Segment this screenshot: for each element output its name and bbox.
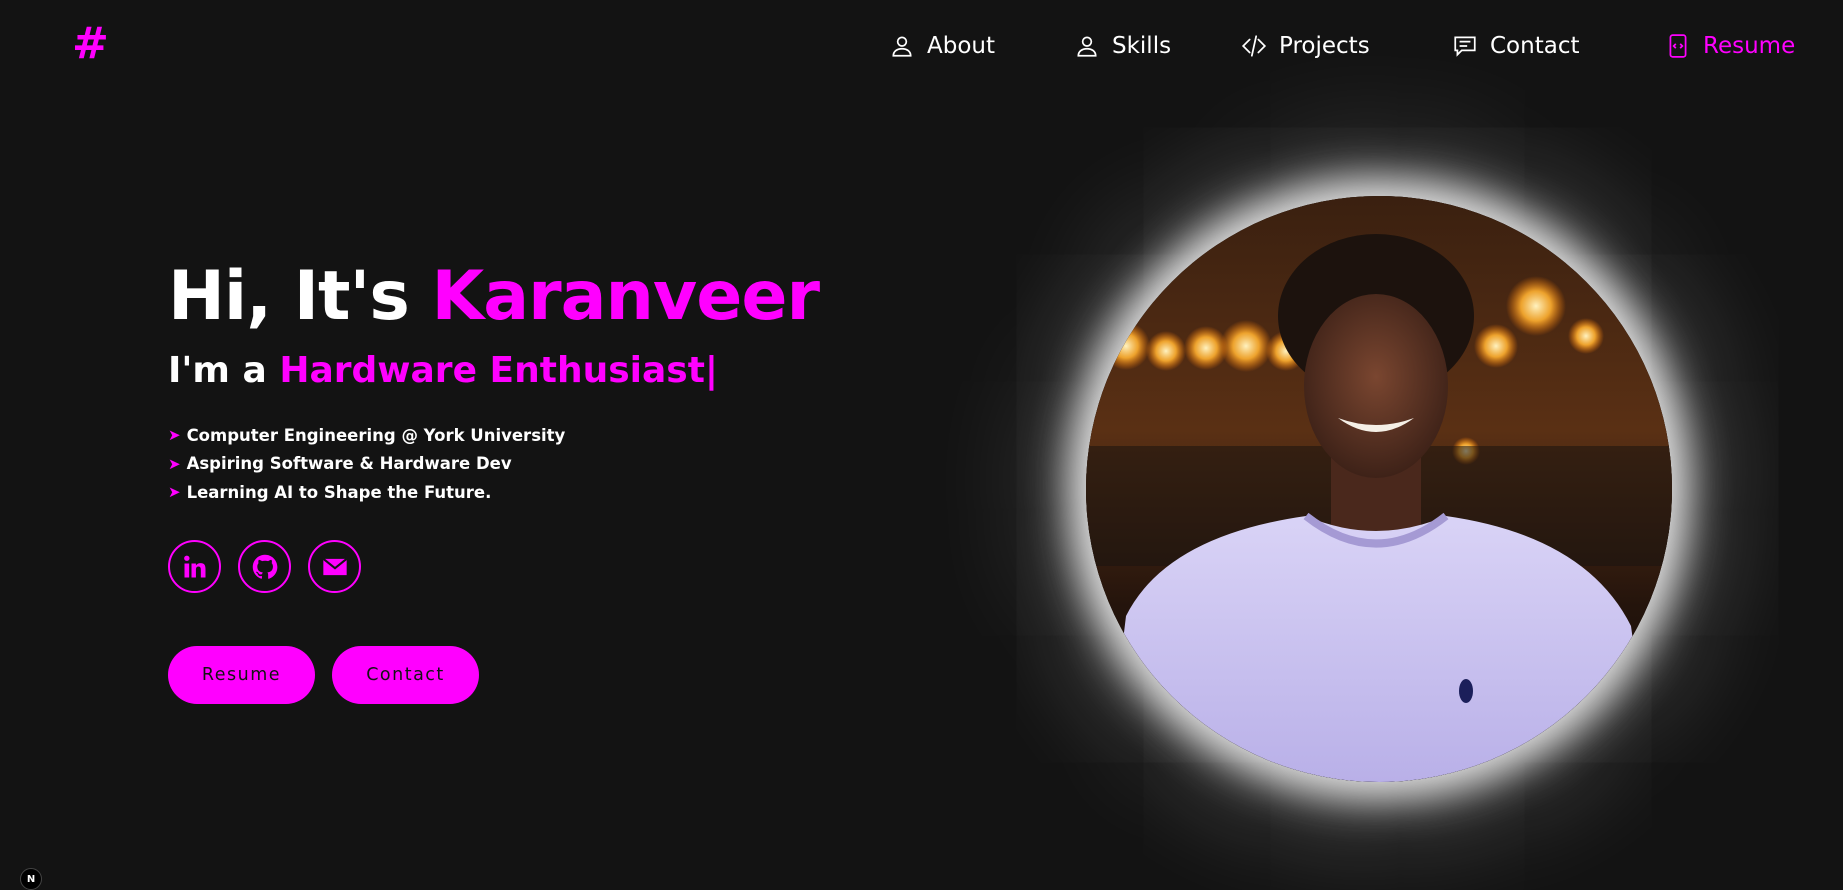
bullet-text: Learning AI to Shape the Future. [186,482,492,502]
nav-item-resume[interactable]: Resume [1665,28,1795,64]
nav-item-about[interactable]: About [889,28,995,64]
hero-title: Hi, It's Karanveer [168,252,821,342]
mail-icon [322,557,347,575]
linkedin-icon [183,555,205,577]
user-icon [1077,36,1097,57]
nav-label: Skills [1112,33,1172,59]
file-code-icon [1669,34,1687,58]
nav-label: Contact [1490,33,1580,59]
nav-label: About [927,33,996,59]
bullet-text: Computer Engineering @ York University [186,425,566,445]
cta-buttons: Resume Contact [168,646,479,704]
github-icon [252,554,277,579]
arrow-icon: ➤ [168,426,181,445]
user-icon [892,36,912,57]
nav-label: Resume [1703,33,1796,59]
hero-sub-prefix: I'm a [168,350,267,391]
contact-button[interactable]: Contact [332,646,479,704]
linkedin-button[interactable] [168,540,221,593]
bullet-list: ➤ Computer Engineering @ York University… [168,421,565,507]
email-button[interactable] [308,540,361,593]
top-nav: About Skills Projects Contact Resume [0,28,1843,64]
list-item: ➤ Learning AI to Shape the Future. [168,478,565,507]
list-item: ➤ Aspiring Software & Hardware Dev [168,450,565,479]
hero-role: Hardware Enthusiast| [279,350,719,391]
nav-item-skills[interactable]: Skills [1074,28,1171,64]
github-button[interactable] [238,540,291,593]
arrow-icon: ➤ [168,454,181,473]
profile-photo [1086,196,1672,782]
code-icon [1241,35,1267,57]
list-item: ➤ Computer Engineering @ York University [168,421,565,450]
profile-photo-illustration [1086,196,1672,782]
hero-greeting: Hi, It's [168,257,410,336]
nav-label: Projects [1279,33,1370,59]
hero-name: Karanveer [431,257,821,336]
nav-item-projects[interactable]: Projects [1241,28,1370,64]
nav-item-contact[interactable]: Contact [1452,28,1579,64]
resume-button[interactable]: Resume [168,646,315,704]
bullet-text: Aspiring Software & Hardware Dev [186,454,512,474]
nextjs-badge[interactable]: N [20,868,42,890]
hero-subtitle: I'm a Hardware Enthusiast| [168,346,718,396]
arrow-icon: ➤ [168,483,181,502]
message-icon [1454,36,1476,57]
social-links [168,540,361,593]
